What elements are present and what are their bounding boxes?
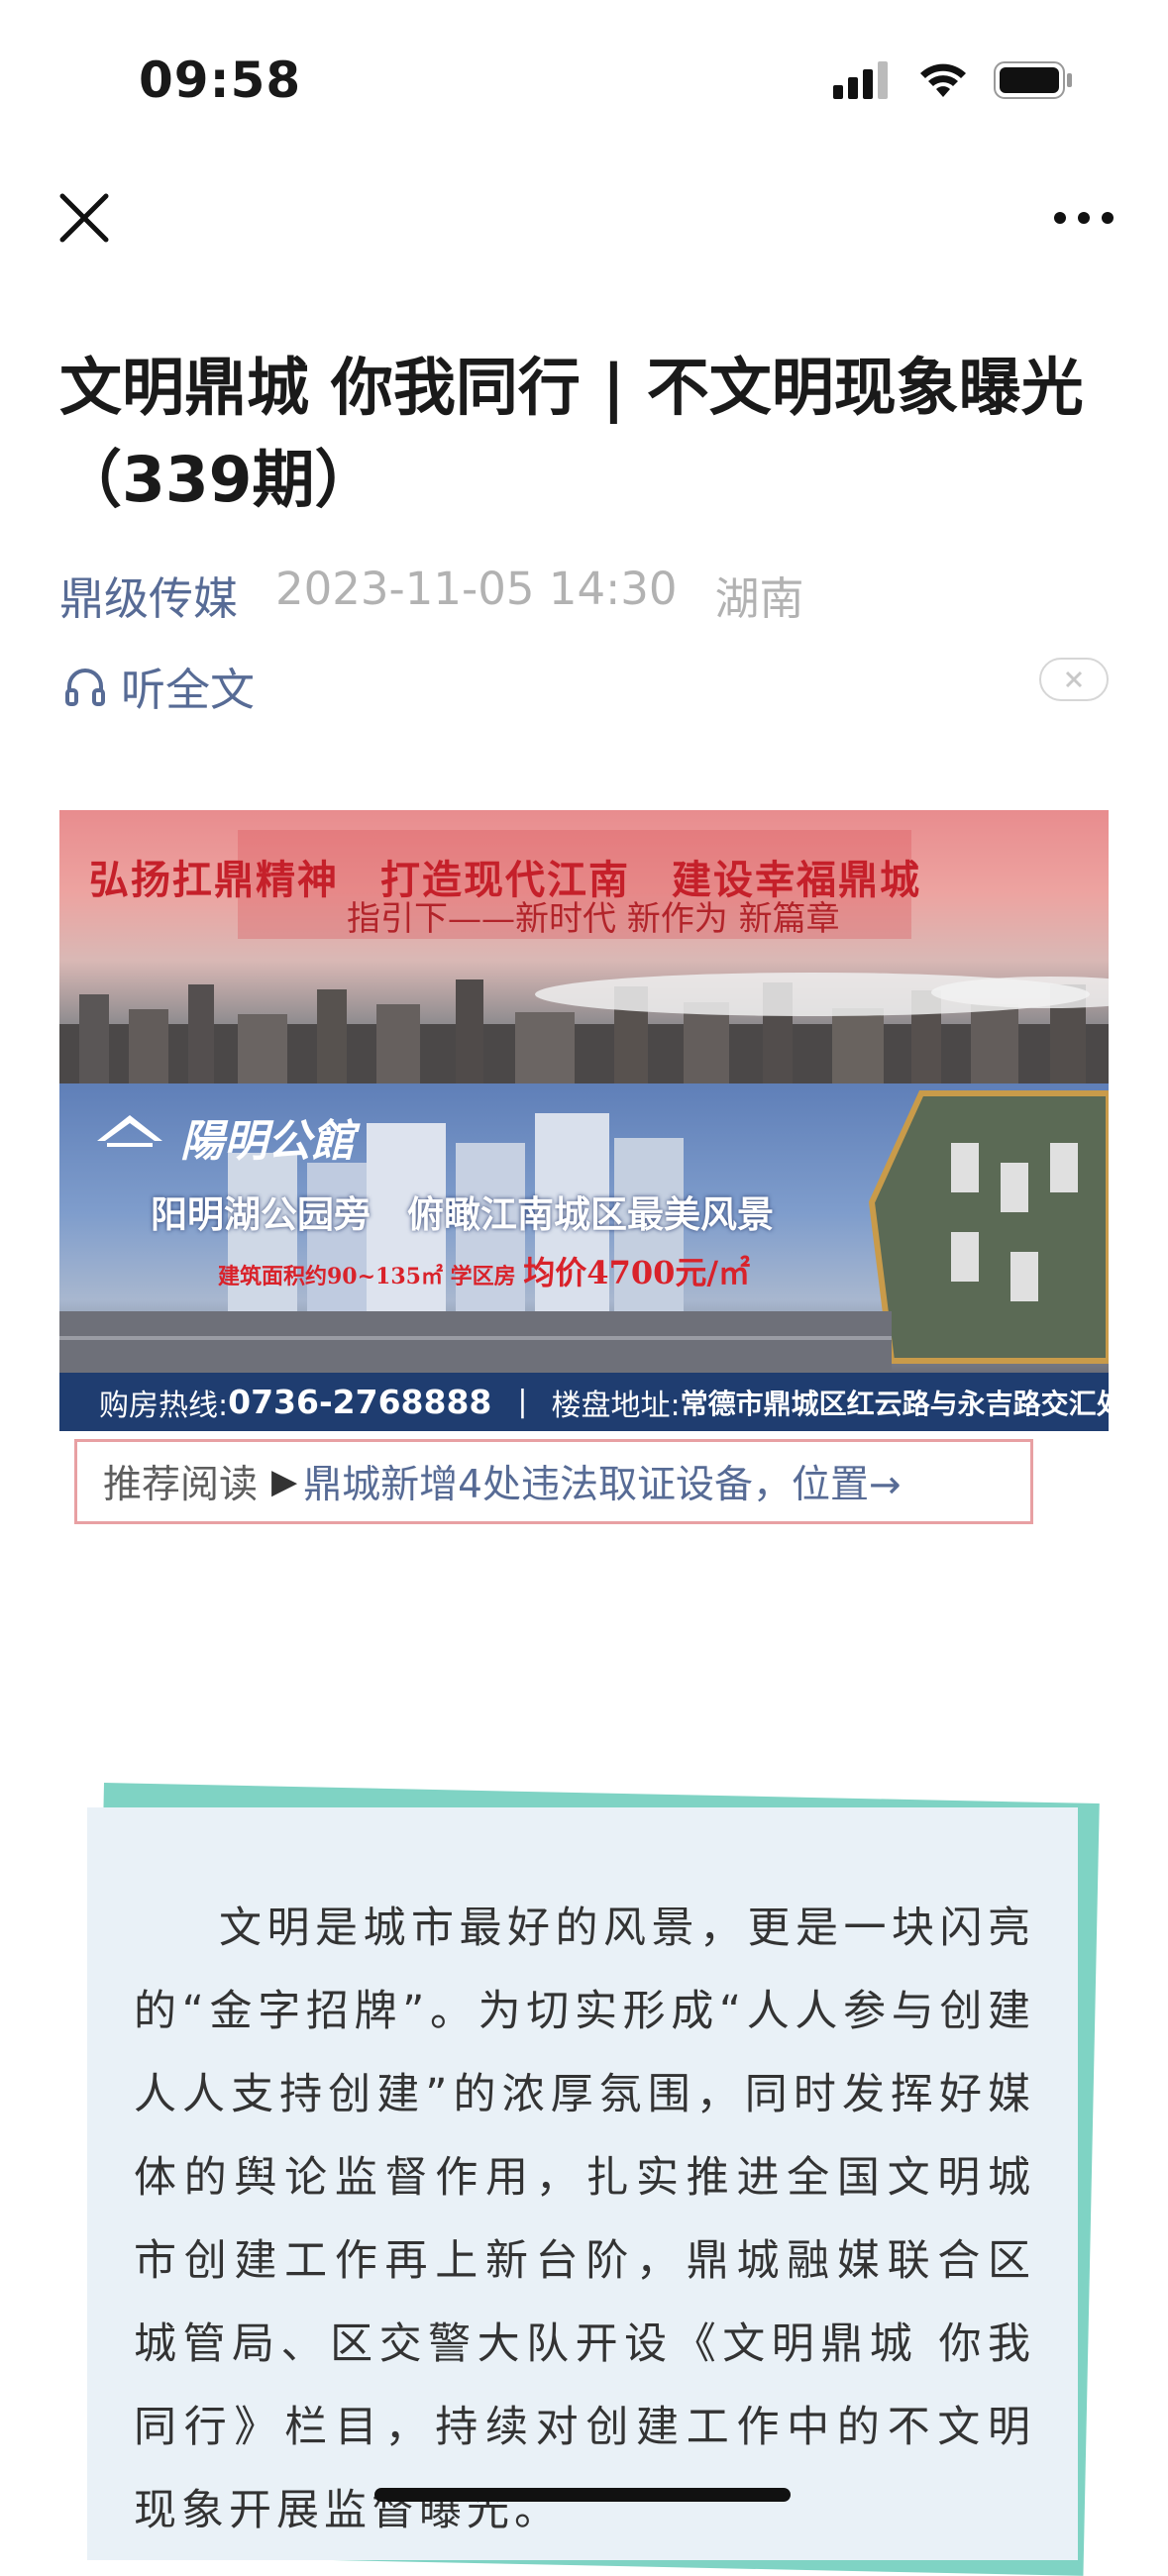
price-value: 均价4700元/㎡ xyxy=(523,1254,751,1291)
ad-banner[interactable]: 弘扬扛鼎精神 打造现代江南 建设幸福鼎城 指引下——新时代 新作为 新篇章 陽明… xyxy=(59,810,1109,1431)
home-indicator[interactable] xyxy=(374,2488,791,2502)
close-icon xyxy=(1065,670,1083,688)
close-icon xyxy=(59,193,109,243)
address-label: 楼盘地址: xyxy=(551,1388,681,1423)
recommended-reading-link[interactable]: 推荐阅读 ▶ 鼎城新增4处违法取证设备，位置→ xyxy=(74,1439,1033,1524)
status-time: 09:58 xyxy=(139,52,302,109)
intro-paragraph: 文明是城市最好的风景，更是一块闪亮的“金字招牌”。为切实形成“人人参与创建 人人… xyxy=(134,1904,1035,2535)
banner-contact-bar: 购房热线: 0736-2768888 | 楼盘地址: 常德市鼎城区红云路与永吉路… xyxy=(59,1373,1109,1431)
listen-full-text-button[interactable]: 听全文 xyxy=(63,654,255,718)
listen-label: 听全文 xyxy=(121,664,256,716)
headphones-icon xyxy=(65,668,105,706)
skyline-image xyxy=(59,973,1109,1083)
banner-city-skyline: 弘扬扛鼎精神 打造现代江南 建设幸福鼎城 指引下——新时代 新作为 新篇章 xyxy=(59,810,1109,1083)
hotline-number: 0736-2768888 xyxy=(228,1383,492,1421)
recommend-label: 推荐阅读 xyxy=(103,1463,259,1507)
banner-project: 陽明公館 阳明湖公园旁 俯瞰江南城区最美风景 建筑面积约90~135㎡ 学区房 … xyxy=(59,1083,1109,1373)
contact-divider: | xyxy=(517,1385,528,1419)
listen-close-button[interactable] xyxy=(1039,658,1109,701)
publish-region: 湖南 xyxy=(714,572,804,625)
project-logo: 陽明公館 xyxy=(93,1105,355,1169)
banner-slogan-sub: 指引下——新时代 新作为 新篇章 xyxy=(347,899,840,939)
banner-headline: 阳明湖公园旁 俯瞰江南城区最美风景 xyxy=(151,1192,774,1236)
price-prefix: 建筑面积约90~135㎡ 学区房 xyxy=(218,1264,524,1289)
wifi-icon xyxy=(920,63,966,97)
status-icons xyxy=(833,61,1073,99)
author-link[interactable]: 鼎级传媒 xyxy=(59,563,238,627)
project-name: 陽明公館 xyxy=(180,1116,355,1167)
project-address: 常德市鼎城区红云路与永吉路交汇处 xyxy=(680,1387,1109,1420)
more-icon xyxy=(1054,212,1114,224)
article-meta: 鼎级传媒 2023-11-05 14:30 湖南 xyxy=(59,563,804,627)
article-title: 文明鼎城 你我同行 | 不文明现象曝光（339期） xyxy=(59,352,1084,516)
house-logo-icon xyxy=(97,1115,162,1147)
close-button[interactable] xyxy=(54,188,114,248)
battery-icon xyxy=(994,61,1072,99)
play-arrow-icon: ▶ xyxy=(271,1462,298,1501)
hotline-label: 购房热线: xyxy=(99,1388,229,1423)
signal-icon xyxy=(833,61,888,99)
banner-price-line: 建筑面积约90~135㎡ 学区房 均价4700元/㎡ xyxy=(218,1248,750,1293)
more-button[interactable] xyxy=(1049,198,1118,238)
publish-date: 2023-11-05 14:30 xyxy=(275,563,678,615)
recommend-article-link[interactable]: 鼎城新增4处违法取证设备，位置→ xyxy=(303,1454,902,1509)
